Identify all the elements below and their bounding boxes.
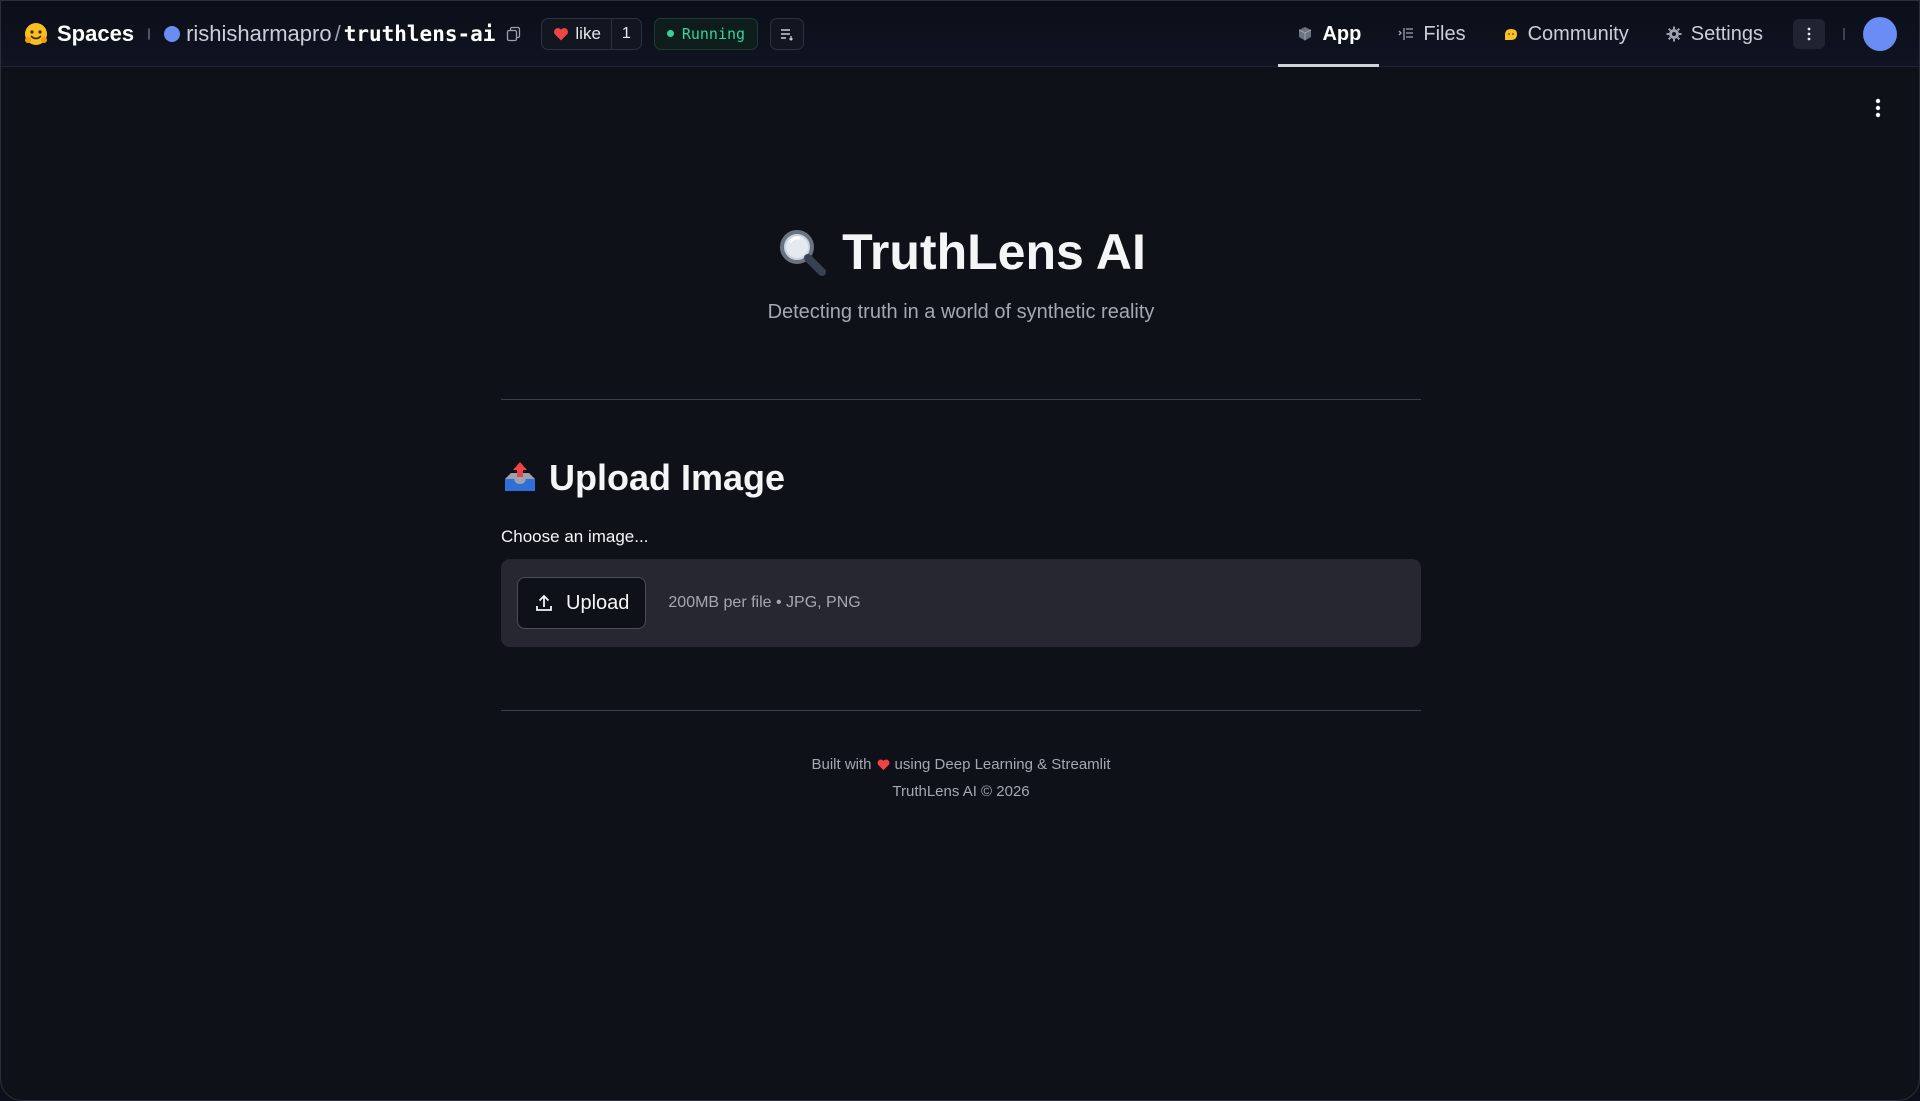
footer-built-suffix: using Deep Learning & Streamlit bbox=[894, 756, 1111, 773]
like-toggle[interactable]: like bbox=[542, 19, 611, 49]
like-label: like bbox=[575, 23, 601, 43]
top-divider bbox=[501, 399, 1421, 400]
community-icon bbox=[1504, 29, 1517, 40]
vertical-dots-icon bbox=[1807, 27, 1811, 41]
owner-avatar bbox=[164, 25, 181, 42]
app-menu-icon[interactable] bbox=[1873, 97, 1883, 119]
like-count[interactable]: 1 bbox=[610, 18, 641, 49]
file-dropzone[interactable]: Upload 200MB per file • JPG, PNG bbox=[501, 559, 1421, 647]
files-icon bbox=[1398, 28, 1414, 40]
nav-divider bbox=[1843, 28, 1845, 40]
spaces-brand[interactable]: Spaces bbox=[23, 21, 134, 47]
logs-button[interactable] bbox=[770, 17, 805, 50]
uploader-label: Choose an image... bbox=[501, 527, 649, 546]
space-header: Spaces rishisharmapro / truthlens-ai lik… bbox=[1, 1, 1919, 67]
page-title: TruthLens AI bbox=[501, 223, 1421, 281]
space-nav: App Files Community Settings bbox=[1278, 1, 1897, 67]
tab-community[interactable]: Community bbox=[1484, 1, 1647, 67]
heart-icon bbox=[554, 27, 569, 40]
tab-community-label: Community bbox=[1527, 22, 1629, 45]
repo-name-link[interactable]: truthlens-ai bbox=[344, 22, 496, 46]
page-subtitle: Detecting truth in a world of synthetic … bbox=[767, 301, 1155, 323]
hugging-face-icon bbox=[25, 22, 47, 45]
outbox-tray-icon bbox=[505, 462, 535, 491]
status-dot bbox=[666, 30, 674, 37]
section-title: Upload Image bbox=[501, 457, 785, 499]
section-title-text: Upload Image bbox=[549, 457, 786, 498]
tab-app-label: App bbox=[1322, 22, 1362, 45]
user-avatar[interactable] bbox=[1863, 17, 1897, 51]
heart-icon bbox=[877, 759, 889, 771]
path-slash: / bbox=[334, 20, 341, 46]
browser-frame: Spaces rishisharmapro / truthlens-ai lik… bbox=[0, 0, 1920, 1101]
footer-built-prefix: Built with bbox=[811, 756, 872, 773]
cube-icon bbox=[1299, 27, 1312, 41]
gear-icon bbox=[1666, 26, 1682, 42]
status-badge[interactable]: Running bbox=[653, 17, 759, 50]
upload-button[interactable]: Upload bbox=[517, 577, 647, 629]
spaces-label: Spaces bbox=[57, 20, 135, 46]
tab-files-label: Files bbox=[1423, 22, 1466, 45]
tab-settings[interactable]: Settings bbox=[1647, 1, 1781, 67]
copy-icon[interactable] bbox=[505, 25, 523, 43]
magnifying-glass-icon bbox=[780, 230, 827, 276]
header-divider bbox=[148, 27, 151, 40]
footer-copyright: TruthLens AI © 2026 bbox=[892, 783, 1030, 800]
upload-limits: 200MB per file • JPG, PNG bbox=[668, 594, 861, 611]
owner-link[interactable]: rishisharmapro bbox=[186, 21, 332, 47]
upload-icon bbox=[536, 594, 552, 611]
footer-built-with: Built with using Deep Learning & Streaml… bbox=[501, 756, 1421, 773]
upload-button-label: Upload bbox=[566, 591, 630, 614]
tab-settings-label: Settings bbox=[1690, 22, 1763, 45]
status-label: Running bbox=[681, 24, 746, 43]
tab-files[interactable]: Files bbox=[1379, 1, 1483, 67]
tab-app[interactable]: App bbox=[1278, 1, 1380, 67]
like-button[interactable]: like 1 bbox=[541, 17, 642, 50]
repo-path: rishisharmapro / truthlens-ai bbox=[164, 21, 523, 47]
logs-icon bbox=[781, 28, 794, 41]
more-options-button[interactable] bbox=[1793, 19, 1825, 49]
page-title-text: TruthLens AI bbox=[842, 224, 1146, 280]
bottom-divider bbox=[501, 710, 1421, 711]
